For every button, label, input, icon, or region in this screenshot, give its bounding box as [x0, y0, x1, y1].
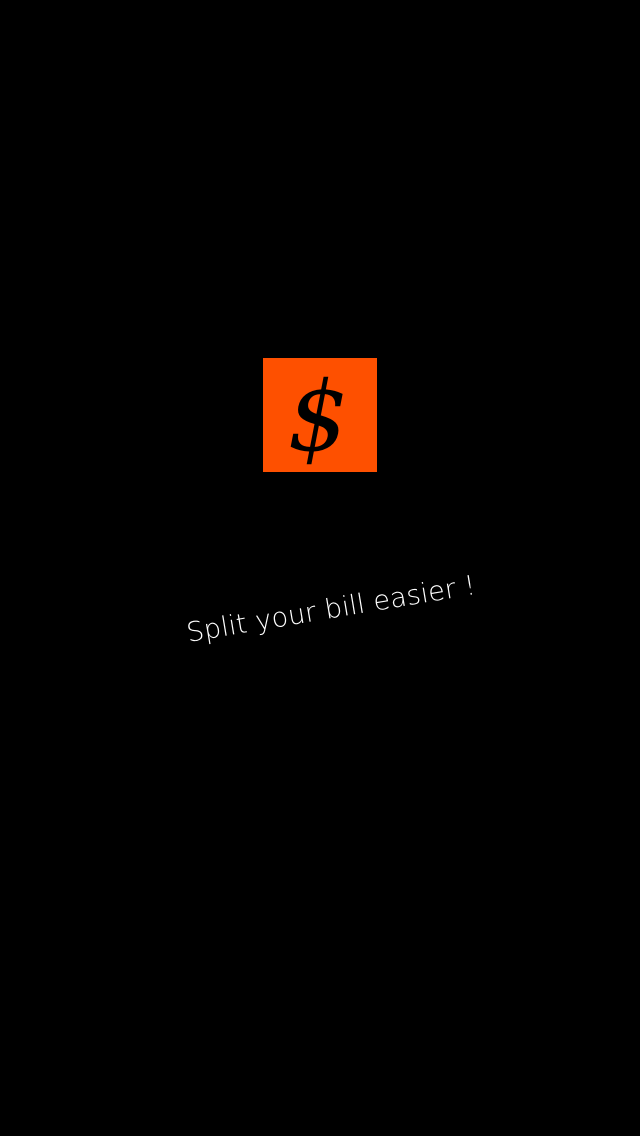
dollar-icon: $	[287, 361, 349, 473]
app-logo: $	[263, 358, 377, 472]
tagline: Split your bill easier !	[184, 570, 479, 649]
splash-screen: $ Split your bill easier !	[0, 0, 640, 1136]
